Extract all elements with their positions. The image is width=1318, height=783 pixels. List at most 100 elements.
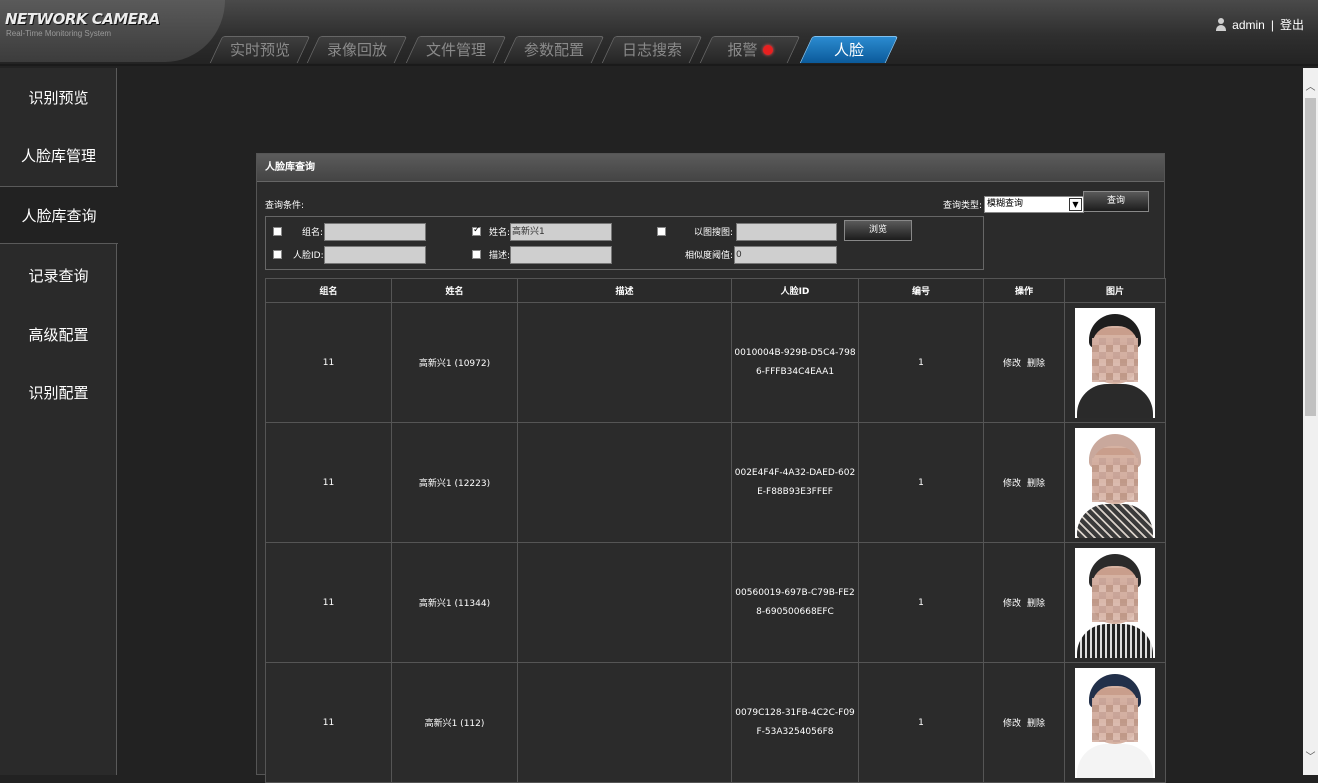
- image-search-checkbox[interactable]: [657, 227, 666, 236]
- sidebar-item-face-library-query[interactable]: 人脸库查询: [0, 186, 118, 244]
- cell-image: [1064, 662, 1166, 783]
- cell-desc: [517, 542, 732, 663]
- table-header-row: 组名 姓名 描述 人脸ID 编号 操作 图片: [265, 278, 1166, 303]
- sidebar-item-record-query[interactable]: 记录查询: [0, 246, 117, 304]
- query-type-select[interactable]: 模糊查询 ▼: [984, 196, 1084, 213]
- name-label: 姓名:: [489, 228, 511, 238]
- cell-number: 1: [858, 662, 984, 783]
- table-row: 11 高新兴1 (112) 0079C128-31FB-4C2C-F09F-53…: [265, 662, 1166, 783]
- username: admin: [1232, 17, 1265, 32]
- logo: NETWORK CAMERA Real-Time Monitoring Syst…: [0, 0, 225, 62]
- user-icon: [1216, 18, 1227, 31]
- image-search-input[interactable]: [736, 223, 837, 241]
- cell-face-id: 002E4F4F-4A32-DAED-602E-F88B93E3FFEF: [731, 422, 859, 543]
- group-input[interactable]: [324, 223, 426, 241]
- tab-playback[interactable]: 录像回放: [306, 36, 408, 63]
- user-separator: |: [1270, 17, 1274, 32]
- sidebar-item-recognition-config[interactable]: 识别配置: [0, 363, 117, 421]
- cell-name: 高新兴1 (112): [391, 662, 518, 783]
- cell-name: 高新兴1 (12223): [391, 422, 518, 543]
- sidebar: 识别预览 人脸库管理 人脸库查询 记录查询 高级配置 识别配置: [0, 68, 118, 775]
- cell-face-id: 0010004B-929B-D5C4-7986-FFFB34C4EAA1: [731, 302, 859, 423]
- desc-checkbox[interactable]: [472, 250, 481, 259]
- delete-link[interactable]: 删除: [1027, 479, 1045, 489]
- face-photo: [1075, 427, 1155, 538]
- cell-image: [1064, 302, 1166, 423]
- face-photo: [1075, 667, 1155, 778]
- cell-desc: [517, 662, 732, 783]
- query-type-value: 模糊查询: [987, 199, 1024, 209]
- top-bar: NETWORK CAMERA Real-Time Monitoring Syst…: [0, 0, 1318, 66]
- cell-face-id: 0079C128-31FB-4C2C-F09F-53A3254056F8: [731, 662, 859, 783]
- cell-number: 1: [858, 422, 984, 543]
- col-header-desc: 描述: [517, 278, 732, 303]
- tab-live-preview[interactable]: 实时预览: [209, 36, 311, 63]
- cell-image: [1064, 542, 1166, 663]
- cell-name: 高新兴1 (10972): [391, 302, 518, 423]
- sidebar-item-recognition-preview[interactable]: 识别预览: [0, 68, 117, 126]
- name-input[interactable]: 高新兴1: [510, 223, 612, 241]
- face-id-input[interactable]: [324, 246, 426, 264]
- col-header-name: 姓名: [391, 278, 518, 303]
- cell-number: 1: [858, 542, 984, 663]
- cell-face-id: 00560019-697B-C79B-FE28-690500668EFC: [731, 542, 859, 663]
- image-search-label: 以图搜图:: [694, 228, 734, 238]
- delete-link[interactable]: 删除: [1027, 719, 1045, 729]
- name-checkbox[interactable]: [472, 225, 481, 236]
- cell-operation: 修改 删除: [983, 662, 1065, 783]
- face-photo: [1075, 307, 1155, 418]
- cell-group: 11: [265, 542, 392, 663]
- col-header-image: 图片: [1064, 278, 1166, 303]
- col-header-group: 组名: [265, 278, 392, 303]
- sidebar-item-advanced-config[interactable]: 高级配置: [0, 305, 117, 363]
- cell-image: [1064, 422, 1166, 543]
- cell-operation: 修改 删除: [983, 302, 1065, 423]
- logout-link[interactable]: 登出: [1280, 16, 1304, 33]
- vertical-scrollbar[interactable]: ︿ ﹀: [1303, 68, 1318, 775]
- face-library-query-panel: 人脸库查询 查询条件: 查询类型: 模糊查询 ▼ 查询 组名: 姓名: 高新兴1…: [256, 153, 1166, 783]
- table-row: 11 高新兴1 (10972) 0010004B-929B-D5C4-7986-…: [265, 302, 1166, 423]
- scrollbar-thumb[interactable]: [1305, 98, 1316, 416]
- face-id-checkbox[interactable]: [273, 250, 282, 259]
- logo-title: NETWORK CAMERA: [5, 10, 160, 28]
- tab-file-management[interactable]: 文件管理: [405, 36, 507, 63]
- cell-group: 11: [265, 662, 392, 783]
- panel-title: 人脸库查询: [257, 154, 1164, 182]
- edit-link[interactable]: 修改: [1003, 599, 1021, 609]
- browse-button[interactable]: 浏览: [844, 220, 912, 241]
- threshold-label: 相似度阈值:: [685, 251, 734, 261]
- col-header-number: 编号: [858, 278, 984, 303]
- cell-operation: 修改 删除: [983, 542, 1065, 663]
- tab-parameter-config[interactable]: 参数配置: [503, 36, 605, 63]
- chevron-down-icon[interactable]: ▼: [1069, 198, 1082, 211]
- sidebar-item-face-library-management[interactable]: 人脸库管理: [0, 126, 117, 184]
- tab-log-search[interactable]: 日志搜索: [601, 36, 703, 63]
- cell-desc: [517, 302, 732, 423]
- query-button[interactable]: 查询: [1083, 191, 1149, 212]
- delete-link[interactable]: 删除: [1027, 359, 1045, 369]
- desc-label: 描述:: [489, 251, 511, 261]
- cell-name: 高新兴1 (11344): [391, 542, 518, 663]
- cell-number: 1: [858, 302, 984, 423]
- alarm-light-icon: [762, 44, 773, 55]
- conditions-box: 组名: 姓名: 高新兴1 以图搜图: 浏览 人脸ID: 描述: 相似度阈值: 0: [265, 216, 984, 270]
- desc-input[interactable]: [510, 246, 612, 264]
- cell-group: 11: [265, 302, 392, 423]
- edit-link[interactable]: 修改: [1003, 479, 1021, 489]
- edit-link[interactable]: 修改: [1003, 359, 1021, 369]
- tab-alarm[interactable]: 报警: [699, 36, 801, 63]
- group-checkbox[interactable]: [273, 227, 282, 236]
- tab-face[interactable]: 人脸: [799, 36, 899, 63]
- user-area: admin | 登出: [1216, 16, 1304, 33]
- group-label: 组名:: [302, 228, 324, 238]
- cell-desc: [517, 422, 732, 543]
- threshold-input[interactable]: 0: [734, 246, 837, 264]
- scroll-up-icon[interactable]: ︿: [1303, 80, 1318, 96]
- query-type-label: 查询类型:: [943, 201, 983, 211]
- col-header-face-id: 人脸ID: [731, 278, 859, 303]
- conditions-label: 查询条件:: [265, 201, 305, 211]
- scroll-down-icon[interactable]: ﹀: [1303, 750, 1318, 766]
- face-photo: [1075, 547, 1155, 658]
- delete-link[interactable]: 删除: [1027, 599, 1045, 609]
- edit-link[interactable]: 修改: [1003, 719, 1021, 729]
